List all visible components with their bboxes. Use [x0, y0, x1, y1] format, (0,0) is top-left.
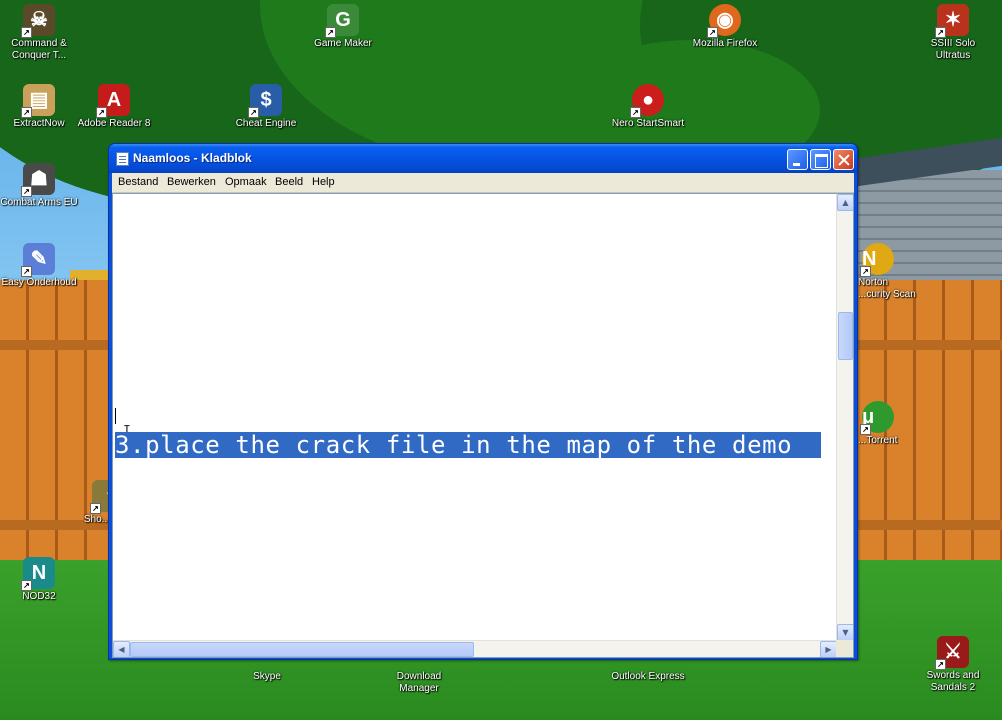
firefox-icon: ◉ ↗ — [707, 4, 741, 38]
ssiii-solo-icon: ✶ ↗ — [935, 4, 969, 38]
scroll-right-button[interactable]: ▶ — [820, 641, 837, 657]
desktop-icon-swords-and-sandals[interactable]: ⚔ ↗ Swords and Sandals 2 — [914, 636, 992, 694]
title-bar[interactable]: Naamloos - Kladblok — [109, 144, 857, 173]
nod32-icon: N ↗ — [21, 557, 55, 591]
text-caret — [115, 408, 116, 424]
selected-text[interactable]: 3.place the crack file in the map of the… — [115, 432, 821, 458]
desktop-icon-label: Combat Arms EU — [0, 197, 78, 208]
desktop-icon-label: Easy Onderhoud — [1, 277, 77, 288]
scroll-up-button[interactable]: ▲ — [837, 194, 853, 211]
nero-icon: ● ↗ — [630, 84, 664, 118]
desktop-icon-game-maker[interactable]: G ↗ Game Maker — [304, 4, 382, 50]
desktop-icon-label: ...Torrent — [858, 435, 898, 446]
desktop-icon-label: Outlook Express — [611, 671, 685, 682]
desktop-icon-label: Nero StartSmart — [611, 118, 685, 129]
desktop-icon-label: NOD32 — [22, 591, 56, 602]
notepad-window[interactable]: Naamloos - Kladblok Bestand Bewerken Opm… — [108, 143, 858, 660]
norton-icon: N ↗ — [860, 243, 894, 277]
notepad-icon — [116, 152, 129, 166]
command-and-conquer-icon: ☠ ↗ — [21, 4, 55, 38]
menu-opmaak[interactable]: Opmaak — [225, 176, 267, 188]
adobe-reader-icon: A ↗ — [96, 84, 130, 118]
game-maker-icon: G ↗ — [325, 4, 359, 38]
wallpaper-fence-rail — [0, 340, 110, 350]
cheat-engine-icon: $ ↗ — [248, 84, 282, 118]
menu-bestand[interactable]: Bestand — [118, 176, 158, 188]
desktop-icon-nero[interactable]: ● ↗ Nero StartSmart — [609, 84, 687, 130]
text-editor[interactable]: I 3.place the crack file in the map of t… — [112, 193, 854, 658]
close-button[interactable] — [833, 149, 854, 170]
utorrent-icon: μ ↗ — [860, 401, 894, 435]
desktop-icon-extractnow[interactable]: ▤ ↗ ExtractNow — [0, 84, 78, 130]
vertical-scroll-thumb[interactable] — [838, 312, 853, 360]
desktop-icon-ssiii-solo[interactable]: ✶ ↗ SSIII Solo Ultratus — [914, 4, 992, 62]
desktop-icon-label: Command & Conquer T... — [11, 38, 67, 61]
desktop-icon-utorrent[interactable]: μ ↗ ...Torrent — [858, 401, 918, 447]
desktop-icon-firefox[interactable]: ◉ ↗ Mozilla Firefox — [686, 4, 764, 50]
desktop-icon-label: Download Manager — [396, 671, 442, 694]
maximize-button[interactable] — [810, 149, 831, 170]
desktop-icon-label: Mozilla Firefox — [692, 38, 758, 49]
scroll-left-button[interactable]: ◀ — [113, 641, 130, 657]
menu-bewerken[interactable]: Bewerken — [167, 176, 216, 188]
vertical-scrollbar[interactable]: ▲ ▼ — [836, 194, 853, 641]
scroll-down-button[interactable]: ▼ — [837, 624, 853, 641]
size-grip — [836, 640, 853, 657]
desktop-icon-shortcut[interactable]: ★↗ Sho... — [70, 480, 110, 526]
wallpaper-fence-rail — [858, 520, 1002, 530]
swords-and-sandals-icon: ⚔ ↗ — [935, 636, 969, 670]
desktop-icon-label: Sho... — [83, 514, 110, 525]
desktop-icon-command-conquer[interactable]: ☠ ↗ Command & Conquer T... — [0, 4, 78, 62]
text-area[interactable]: I 3.place the crack file in the map of t… — [113, 194, 837, 641]
combat-arms-icon: ☗ ↗ — [21, 163, 55, 197]
desktop-icon-label: Game Maker — [314, 38, 372, 49]
desktop-icon-label: Norton ...curity Scan — [858, 277, 916, 300]
desktop-icon-skype[interactable]: Skype — [228, 671, 306, 683]
easy-onderhoud-icon: ✎ ↗ — [21, 243, 55, 277]
desktop-icon-label: Cheat Engine — [235, 118, 297, 129]
desktop-icon-label: ExtractNow — [13, 118, 65, 129]
desktop-icon-label: Adobe Reader 8 — [77, 118, 151, 129]
desktop-icon-outlook-express[interactable]: Outlook Express — [609, 671, 687, 683]
desktop-icon-nod32[interactable]: N ↗ NOD32 — [0, 557, 78, 603]
desktop-icon-norton[interactable]: N ↗ Norton ...curity Scan — [858, 243, 918, 301]
desktop-icon-label: Skype — [253, 671, 281, 682]
desktop-icon-easy-onderhoud[interactable]: ✎ ↗ Easy Onderhoud — [0, 243, 78, 289]
minimize-button[interactable] — [787, 149, 808, 170]
desktop-icon-download-manager[interactable]: Download Manager — [380, 671, 458, 695]
horizontal-scrollbar[interactable]: ◀ ▶ — [113, 640, 837, 657]
menu-bar: Bestand Bewerken Opmaak Beeld Help — [112, 173, 854, 193]
menu-help[interactable]: Help — [312, 176, 335, 188]
wallpaper-fence-rail — [858, 340, 1002, 350]
desktop-icon-label: Swords and Sandals 2 — [926, 670, 980, 693]
horizontal-scroll-thumb[interactable] — [130, 642, 474, 657]
desktop-icon-label: SSIII Solo Ultratus — [930, 38, 976, 61]
extractnow-icon: ▤ ↗ — [21, 84, 55, 118]
desktop-icon-cheat-engine[interactable]: $ ↗ Cheat Engine — [227, 84, 305, 130]
desktop-icon-adobe-reader[interactable]: A ↗ Adobe Reader 8 — [75, 84, 153, 130]
desktop-icon-combat-arms[interactable]: ☗ ↗ Combat Arms EU — [0, 163, 78, 209]
window-title: Naamloos - Kladblok — [133, 151, 252, 165]
menu-beeld[interactable]: Beeld — [275, 176, 303, 188]
